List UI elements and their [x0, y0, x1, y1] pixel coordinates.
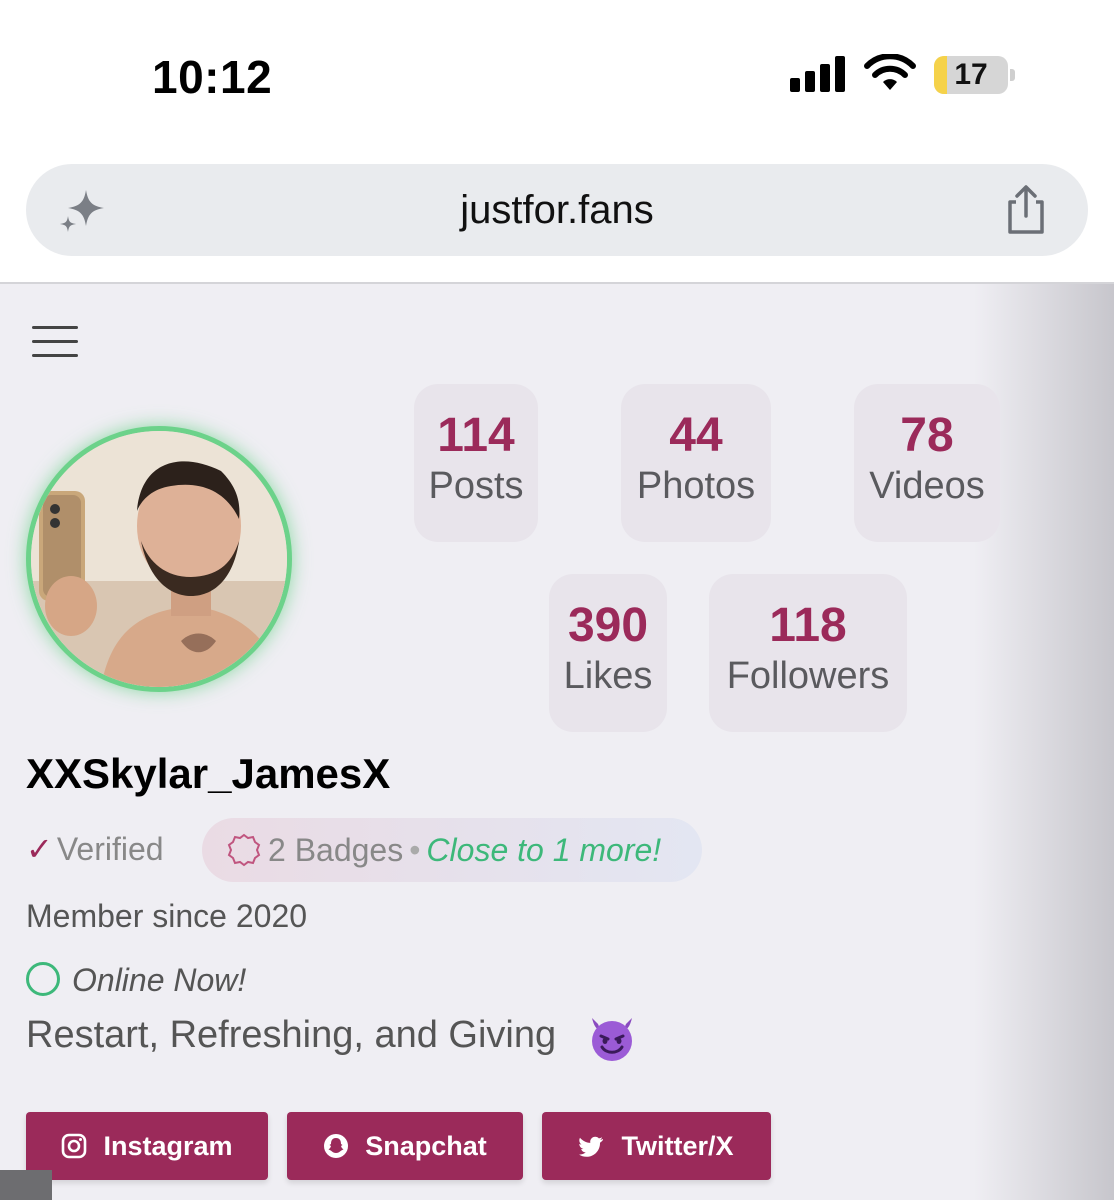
- stat-photos[interactable]: 44 Photos: [621, 384, 771, 542]
- badges-separator: •: [409, 832, 421, 868]
- wifi-icon: [864, 54, 916, 90]
- battery-indicator: 17: [934, 56, 1016, 94]
- stat-posts-label: Posts: [428, 465, 524, 507]
- url-text[interactable]: justfor.fans: [26, 188, 1088, 233]
- check-icon: ✓: [26, 831, 53, 867]
- stat-photos-value: 44: [669, 409, 723, 462]
- status-bar: 10:12 17: [0, 0, 1114, 150]
- twitter-button[interactable]: Twitter/X: [542, 1112, 771, 1180]
- badge-icon: [227, 833, 261, 867]
- online-status-icon: [26, 962, 60, 996]
- instagram-icon: [62, 1133, 87, 1159]
- status-time: 10:12: [152, 51, 273, 103]
- verified-label: Verified: [56, 831, 164, 867]
- profile-username: XXSkylar_JamesX: [26, 750, 391, 797]
- profile-page: 114 Posts 44 Photos 78 Videos 390 Likes …: [0, 284, 1114, 1200]
- stat-videos-label: Videos: [869, 465, 985, 507]
- badges-pill[interactable]: 2 Badges • Close to 1 more!: [202, 818, 702, 882]
- snapchat-label: Snapchat: [365, 1130, 487, 1161]
- stat-videos-value: 78: [900, 409, 954, 462]
- hamburger-menu-icon[interactable]: [32, 322, 80, 362]
- member-since: Member since 2020: [26, 898, 308, 934]
- stat-likes-value: 390: [567, 599, 649, 652]
- stat-photos-label: Photos: [636, 465, 756, 507]
- stat-followers[interactable]: 118 Followers: [709, 574, 907, 732]
- smiling-devil-emoji-icon: [592, 1018, 632, 1061]
- verified-status: ✓ Verified: [26, 830, 164, 868]
- twitter-label: Twitter/X: [621, 1130, 734, 1161]
- stat-videos[interactable]: 78 Videos: [854, 384, 1000, 542]
- instagram-label: Instagram: [103, 1130, 233, 1161]
- snapchat-icon: [324, 1134, 349, 1158]
- share-icon[interactable]: [1002, 184, 1050, 236]
- avatar[interactable]: [26, 426, 292, 692]
- stat-followers-label: Followers: [726, 655, 890, 697]
- address-bar[interactable]: justfor.fans: [26, 164, 1088, 256]
- snapchat-button[interactable]: Snapchat: [287, 1112, 523, 1180]
- stat-likes[interactable]: 390 Likes: [549, 574, 667, 732]
- twitter-icon: [579, 1136, 604, 1157]
- battery-level: 17: [954, 58, 988, 91]
- cellular-signal-icon: [790, 56, 845, 92]
- stat-likes-label: Likes: [563, 655, 653, 697]
- profile-bio: Restart, Refreshing, and Giving: [26, 1014, 557, 1056]
- online-status: Online Now!: [72, 962, 247, 998]
- scroll-handle[interactable]: [0, 1170, 52, 1200]
- stat-posts-value: 114: [437, 409, 515, 462]
- badges-progress: Close to 1 more!: [426, 832, 662, 868]
- stat-followers-value: 118: [769, 599, 847, 652]
- badges-count: 2 Badges: [268, 832, 404, 868]
- stat-posts[interactable]: 114 Posts: [414, 384, 538, 542]
- instagram-button[interactable]: Instagram: [26, 1112, 268, 1180]
